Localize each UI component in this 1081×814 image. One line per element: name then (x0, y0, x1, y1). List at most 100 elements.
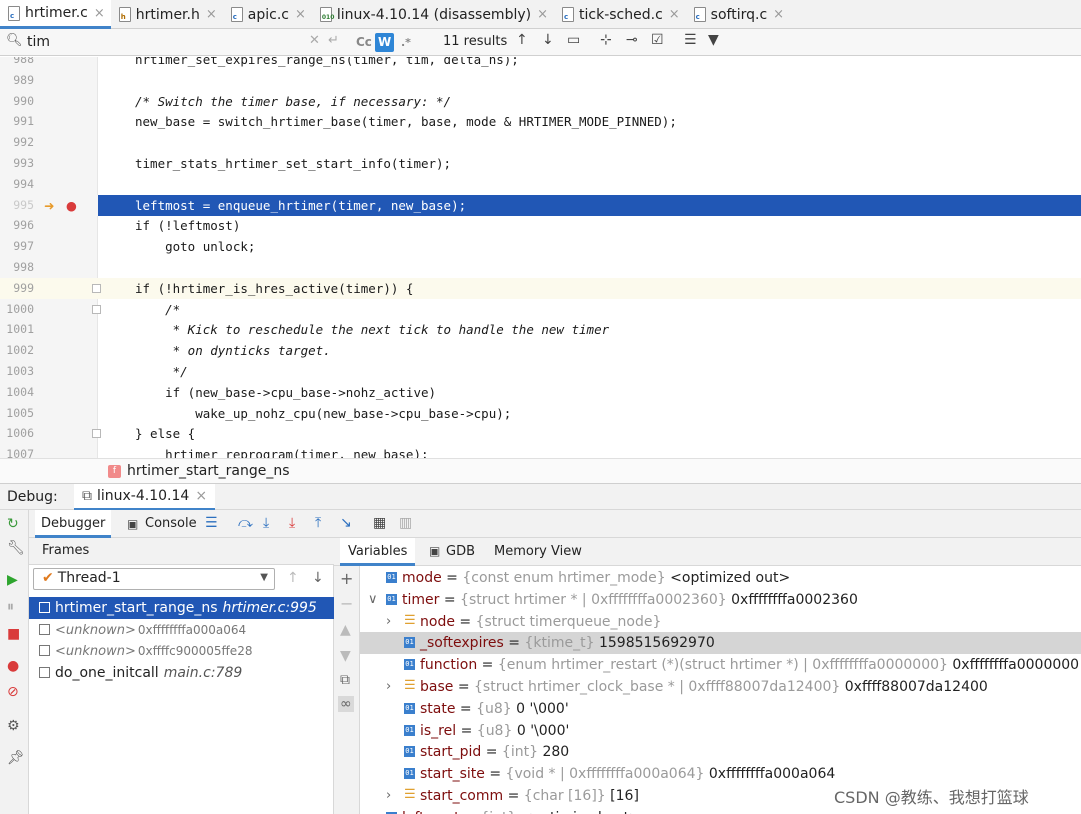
whole-words-toggle[interactable]: W (375, 33, 395, 52)
resume-icon[interactable]: ▶ (7, 572, 18, 588)
breadcrumb-function[interactable]: hrtimer_start_range_ns (127, 463, 290, 479)
force-step-into-icon[interactable]: ⤓ (289, 515, 295, 531)
pause-icon[interactable]: ⏸ (7, 599, 14, 615)
mute-breakpoints-icon[interactable]: ⊘ (7, 684, 19, 700)
code-line[interactable]: 1003 */ (0, 361, 1081, 382)
previous-occurrence-icon[interactable]: ↑ (516, 32, 528, 48)
show-execution-point-icon[interactable]: ☰ (205, 515, 218, 531)
expand-chevron-icon[interactable]: › (386, 676, 391, 698)
code-line[interactable]: 1005 wake_up_nohz_cpu(new_base->cpu_base… (0, 403, 1081, 424)
close-tab-icon[interactable]: × (773, 7, 784, 22)
expand-chevron-icon[interactable]: › (386, 785, 391, 807)
evaluate-expression-icon[interactable]: ▦ (373, 515, 386, 531)
code-line[interactable]: 1007 hrtimer_reprogram(timer, new_base); (0, 444, 1081, 458)
settings-wrench-icon[interactable]: 🔧︎ (7, 540, 25, 556)
collapse-chevron-icon[interactable]: ∨ (368, 589, 378, 611)
step-over-icon[interactable]: ⤼ (238, 515, 253, 531)
code-line[interactable]: 995 ➜ ● leftmost = enqueue_hrtimer(timer, n… (0, 194, 1081, 216)
code-line[interactable]: 997 goto unlock; (0, 236, 1081, 257)
clear-search-icon[interactable]: ✕ (309, 33, 320, 48)
search-icon[interactable]: 🔍︎ (6, 33, 23, 48)
add-occurrence-icon[interactable]: ⊹ (600, 32, 612, 48)
regex-toggle[interactable]: .* (398, 33, 414, 52)
close-session-icon[interactable]: × (195, 488, 207, 504)
copy-icon[interactable]: ⧉ (340, 672, 350, 688)
fold-marker-icon[interactable] (92, 283, 101, 293)
code-line[interactable]: 999 if (!hrtimer_is_hres_active(timer)) { (0, 277, 1081, 299)
tab-apic-c[interactable]: c apic.c × (223, 0, 312, 29)
tab-variables[interactable]: Variables (340, 538, 416, 566)
remove-occurrence-icon[interactable]: ⊸ (626, 32, 638, 48)
next-occurrence-icon[interactable]: ↓ (542, 32, 554, 48)
tab-hrtimer-c[interactable]: c hrtimer.c × (0, 0, 111, 29)
tab-tick-sched-c[interactable]: c tick-sched.c × (554, 0, 686, 29)
match-case-toggle[interactable]: Cc (353, 33, 375, 52)
move-up-icon[interactable]: ▲ (340, 622, 351, 638)
code-line[interactable]: 1000 /* (0, 299, 1081, 320)
tab-console[interactable]: Console (139, 510, 203, 538)
pin-icon[interactable]: 📌︎ (7, 750, 25, 766)
close-tab-icon[interactable]: × (537, 7, 548, 22)
frame-row[interactable]: hrtimer_start_range_ns hrtimer.c:995 (29, 597, 334, 619)
code-line[interactable]: 990 /* Switch the timer base, if necessar… (0, 91, 1081, 112)
tab-debugger[interactable]: Debugger (35, 510, 112, 538)
fold-marker-icon[interactable] (92, 304, 101, 314)
code-line[interactable]: 991 new_base = switch_hrtimer_base(timer,… (0, 111, 1081, 132)
variable-row[interactable]: 01 mode = {const enum hrtimer_mode} <opti… (360, 567, 1081, 589)
variable-row[interactable]: 01 start_pid = {int} 280 (360, 741, 1081, 763)
expand-chevron-icon[interactable]: › (386, 611, 391, 633)
variable-row[interactable]: › ☰ node = {struct timerqueue_node} (360, 611, 1081, 633)
rerun-icon[interactable]: ↻ (7, 516, 19, 532)
close-tab-icon[interactable]: × (295, 7, 306, 22)
variable-row[interactable]: 01 start_site = {void * | 0xffffffffa000a… (360, 763, 1081, 785)
variable-row[interactable]: ∨ 01 timer = {struct hrtimer * | 0xfffffff… (360, 589, 1081, 611)
variable-row[interactable]: 01 function = {enum hrtimer_restart (*)(s… (360, 654, 1081, 676)
glasses-icon[interactable]: ∞ (338, 696, 354, 712)
code-line[interactable]: 989 (0, 70, 1081, 91)
tab-linux-4-10-14-disassembly-[interactable]: 010 linux-4.10.14 (disassembly) × (312, 0, 554, 29)
thread-selector[interactable]: ✔ Thread-1 ▼ (33, 568, 275, 590)
code-editor[interactable]: 988 hrtimer_set_expires_range_ns(timer, t… (0, 57, 1081, 458)
frame-row[interactable]: <unknown> 0xffffffffa000a064 (29, 619, 334, 641)
tab-softirq-c[interactable]: c softirq.c × (686, 0, 790, 29)
tab-hrtimer-h[interactable]: h hrtimer.h × (111, 0, 223, 29)
code-line[interactable]: 1006} else { (0, 423, 1081, 444)
frame-row[interactable]: <unknown> 0xffffc900005ffe28 (29, 640, 334, 662)
tab-gdb[interactable]: GDB (438, 538, 483, 566)
code-line[interactable]: 988 hrtimer_set_expires_range_ns(timer, t… (0, 57, 1081, 70)
close-tab-icon[interactable]: × (94, 6, 105, 21)
code-line[interactable]: 998 (0, 257, 1081, 278)
stop-icon[interactable]: ■ (7, 626, 20, 642)
add-watch-icon[interactable]: + (340, 569, 353, 588)
run-to-cursor-icon[interactable]: ↘ (340, 515, 352, 531)
code-line[interactable]: 993 timer_stats_hrtimer_set_start_info(ti… (0, 153, 1081, 174)
step-out-icon[interactable]: ⤒ (315, 515, 321, 531)
filter-options-icon[interactable]: ☰ (684, 32, 697, 48)
breakpoint-icon[interactable]: ● (66, 195, 77, 216)
open-in-window-icon[interactable]: ▭ (567, 32, 580, 48)
close-tab-icon[interactable]: × (206, 7, 217, 22)
search-input[interactable] (27, 32, 307, 52)
variables-tree[interactable]: 01 mode = {const enum hrtimer_mode} <opti… (360, 566, 1081, 814)
variable-row[interactable]: 01 is_rel = {u8} 0 '\000' (360, 720, 1081, 742)
code-line[interactable]: 994 (0, 174, 1081, 195)
close-tab-icon[interactable]: × (669, 7, 680, 22)
step-into-icon[interactable]: ⤓ (263, 515, 269, 531)
code-line[interactable]: 1004 if (new_base->cpu_base->nohz_active… (0, 382, 1081, 403)
frame-row[interactable]: do_one_initcall main.c:789 (29, 662, 334, 684)
settings-gear-icon[interactable]: ⚙ (7, 718, 20, 734)
variable-row[interactable]: › ☰ base = {struct hrtimer_clock_base * | … (360, 676, 1081, 698)
view-breakpoints-icon[interactable]: ● (7, 658, 19, 674)
move-down-icon[interactable]: ▼ (340, 648, 351, 664)
fold-marker-icon[interactable] (92, 429, 101, 439)
code-line[interactable]: 1001 * Kick to reschedule the next tick … (0, 319, 1081, 340)
debug-session-tab[interactable]: ⧉ linux-4.10.14 × (74, 484, 216, 511)
variable-row[interactable]: 01 _softexpires = {ktime_t} 1598515692970 (360, 632, 1081, 655)
select-all-occurrences-icon[interactable]: ☑ (651, 32, 664, 48)
previous-frame-icon[interactable]: ↑ (287, 570, 299, 586)
remove-watch-icon[interactable]: − (340, 594, 353, 613)
code-line[interactable]: 996 if (!leftmost) (0, 215, 1081, 236)
code-line[interactable]: 1002 * on dynticks target. (0, 340, 1081, 361)
next-frame-icon[interactable]: ↓ (312, 570, 324, 586)
code-line[interactable]: 992 (0, 132, 1081, 153)
